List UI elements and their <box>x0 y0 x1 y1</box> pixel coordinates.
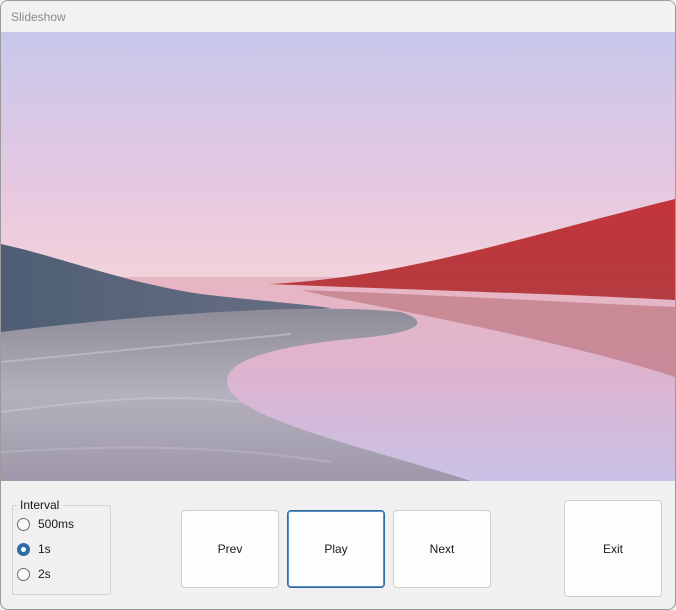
slideshow-window: Slideshow Interval 500ms 1s 2s Prev Play… <box>0 0 676 610</box>
slide-image <box>1 32 675 481</box>
prev-button[interactable]: Prev <box>181 510 279 588</box>
next-button[interactable]: Next <box>393 510 491 588</box>
radio-label-1s: 1s <box>38 542 51 556</box>
radio-500ms[interactable] <box>17 517 30 531</box>
radio-label-500ms: 500ms <box>38 517 75 531</box>
radio-2s[interactable] <box>17 567 30 581</box>
radio-1s[interactable] <box>17 542 30 556</box>
title-bar[interactable]: Slideshow <box>1 1 675 32</box>
window-title: Slideshow <box>11 10 66 24</box>
play-button[interactable]: Play <box>287 510 385 588</box>
interval-option-500ms[interactable]: 500ms <box>17 516 74 532</box>
interval-legend: Interval <box>17 498 63 512</box>
landscape-image <box>1 32 675 481</box>
exit-button[interactable]: Exit <box>564 500 662 597</box>
interval-option-2s[interactable]: 2s <box>17 566 51 582</box>
interval-option-1s[interactable]: 1s <box>17 541 51 557</box>
radio-label-2s: 2s <box>38 567 51 581</box>
